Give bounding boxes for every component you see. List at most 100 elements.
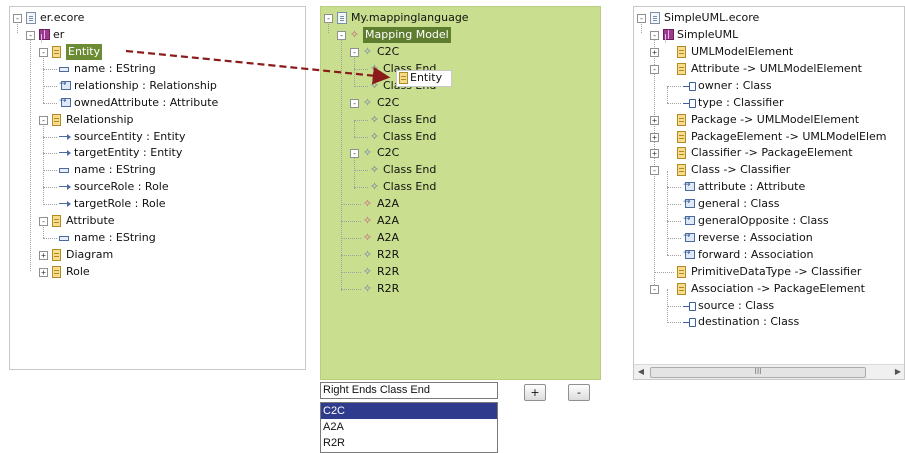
tree-node-label: C2C (377, 45, 400, 58)
tree-node-label: A2A (377, 214, 400, 227)
reference-arrow-icon (59, 150, 72, 157)
r2r-mapping-icon: ✧ (362, 281, 373, 295)
association-end-icon (683, 81, 696, 91)
tree-node-label: C2C (377, 146, 400, 160)
er-ecore-tree[interactable]: - er.ecore - er -Entityname : EStringrel… (9, 6, 306, 370)
collapse-icon[interactable]: - (26, 31, 35, 40)
reference-icon (683, 211, 696, 227)
add-button[interactable]: + (524, 384, 546, 401)
ecore-file-icon (26, 12, 36, 24)
horizontal-scrollbar[interactable]: ◀ III ▶ (634, 364, 904, 379)
package-icon (39, 29, 50, 40)
class-icon (399, 72, 408, 84)
ecore-file-icon (650, 12, 660, 24)
c2c-mapping-icon: ✧ (362, 146, 373, 160)
collapse-icon[interactable]: - (350, 48, 359, 57)
a2a-mapping-icon: ✧ (362, 230, 373, 244)
list-option-a2a[interactable]: A2A (321, 419, 497, 435)
collapse-icon[interactable]: - (350, 149, 359, 159)
scroll-thumb[interactable]: III (650, 367, 866, 378)
class-end-icon: ✧ (369, 180, 380, 194)
mapping-file-icon (337, 12, 347, 24)
tree-node-label: Relationship (66, 112, 134, 126)
tree-node-label: R2R (377, 247, 400, 261)
tree-node-label: R2R (377, 281, 400, 295)
collapse-icon[interactable]: - (650, 64, 659, 74)
reference-icon (59, 93, 72, 109)
mapping-name-field[interactable]: Right Ends Class End (320, 382, 498, 399)
tree-node-label: name : EString (74, 163, 156, 177)
package-icon (663, 29, 674, 40)
expand-icon[interactable]: + (650, 48, 659, 57)
mapping-model-icon: ✧ (349, 28, 360, 41)
collapse-icon[interactable]: - (39, 115, 48, 125)
tree-node-label: forward : Association (698, 247, 814, 261)
collapse-icon[interactable]: - (650, 31, 659, 40)
class-end-icon: ✧ (369, 61, 380, 75)
tree-node-label: targetEntity : Entity (74, 146, 183, 160)
tree-node-label: Diagram (66, 247, 114, 261)
c2c-mapping-icon: ✧ (362, 95, 373, 109)
class-end-icon: ✧ (369, 78, 380, 92)
tree-node-label: SimpleUML.ecore (664, 11, 760, 24)
class-icon (677, 113, 686, 126)
scroll-left-icon[interactable]: ◀ (634, 365, 648, 379)
tree-node-label: sourceRole : Role (74, 180, 169, 194)
list-option-r2r[interactable]: R2R (321, 435, 497, 451)
tree-node-label: Class End (383, 163, 437, 177)
drag-ghost-entity: Entity (396, 70, 452, 87)
tree-node-label: Entity (66, 44, 103, 60)
collapse-icon[interactable]: - (13, 14, 22, 23)
tree-node-label: My.mappinglanguage (351, 11, 469, 24)
tree-node-label: Classifier -> PackageElement (691, 146, 853, 160)
class-icon (52, 248, 61, 261)
expand-icon[interactable]: + (650, 132, 659, 142)
tree-node-label: C2C (377, 95, 400, 109)
class-icon (677, 62, 686, 75)
tree-node-label: A2A (377, 230, 400, 244)
reference-icon (683, 194, 696, 210)
class-icon (52, 46, 61, 58)
class-end-icon: ✧ (369, 129, 380, 143)
collapse-icon[interactable]: - (637, 14, 646, 23)
tree-node-label: PackageElement -> UMLModelElem (691, 129, 887, 143)
collapse-icon[interactable]: - (650, 166, 659, 176)
mapping-type-list[interactable]: C2C A2A R2R (320, 402, 498, 453)
reference-icon (683, 228, 696, 244)
expand-icon[interactable]: + (650, 115, 659, 125)
collapse-icon[interactable]: - (337, 31, 346, 40)
tree-node-label: Role (66, 264, 90, 278)
r2r-mapping-icon: ✧ (362, 264, 373, 278)
collapse-icon[interactable]: - (39, 48, 48, 57)
a2a-mapping-icon: ✧ (362, 197, 373, 211)
mapping-model-tree[interactable]: - My.mappinglanguage - ✧ Mapping Model -… (320, 6, 601, 380)
tree-node-label: name : EString (74, 61, 156, 75)
tree-node-label-selected: Mapping Model (363, 27, 451, 43)
tree-node-label: Package -> UMLModelElement (691, 112, 860, 126)
expand-icon[interactable]: + (650, 149, 659, 159)
association-end-icon (683, 318, 696, 328)
scroll-right-icon[interactable]: ▶ (891, 365, 904, 379)
tree-node-label: general : Class (698, 197, 780, 211)
collapse-icon[interactable]: - (650, 284, 659, 294)
collapse-icon[interactable]: - (324, 14, 333, 23)
tree-node-label: Association -> PackageElement (691, 281, 865, 295)
collapse-icon[interactable]: - (350, 98, 359, 108)
tree-node-label: Attribute (66, 214, 115, 227)
tree-node-label: R2R (377, 264, 400, 278)
class-icon (677, 46, 686, 58)
simpleuml-ecore-tree[interactable]: - SimpleUML.ecore - SimpleUML + UMLModelE… (633, 6, 905, 380)
expand-icon[interactable]: + (39, 267, 48, 277)
remove-button[interactable]: - (568, 384, 590, 401)
class-icon (677, 265, 686, 278)
tree-node-label: SimpleUML (677, 28, 739, 41)
tree-node-label: Class End (383, 112, 437, 126)
class-icon (677, 164, 686, 177)
tree-node-label: generalOpposite : Class (698, 214, 829, 227)
collapse-icon[interactable]: - (39, 217, 48, 226)
tree-node-label: name : EString (74, 230, 156, 244)
expand-icon[interactable]: + (39, 250, 48, 260)
tree-node-label: type : Classifier (698, 95, 784, 109)
list-option-c2c[interactable]: C2C (321, 403, 497, 419)
tree-node-label: Class End (383, 129, 437, 143)
